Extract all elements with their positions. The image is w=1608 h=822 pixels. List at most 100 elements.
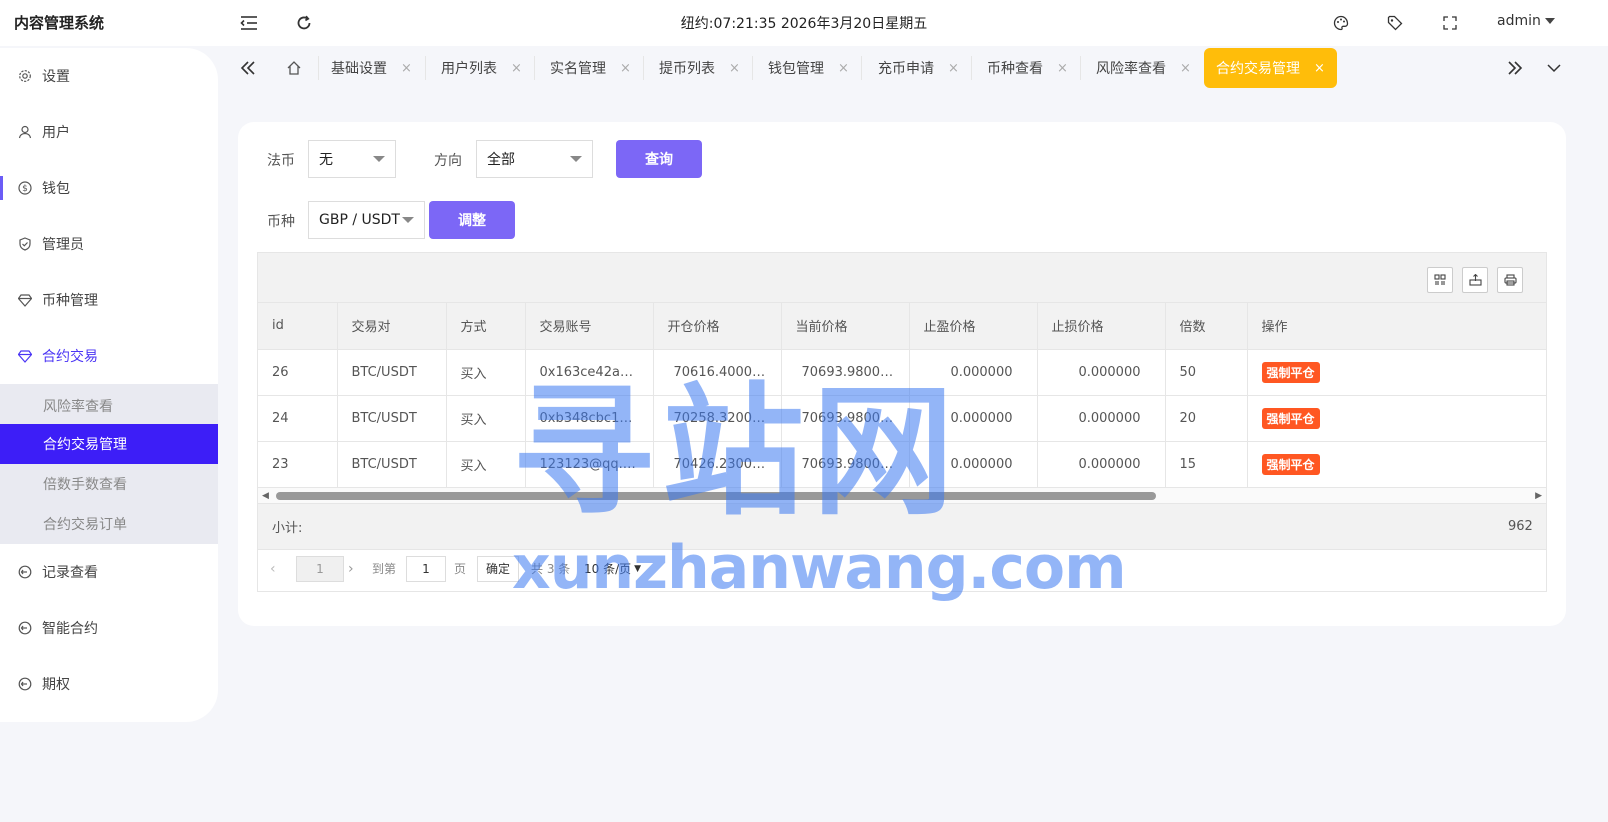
next-page-icon[interactable]: › (348, 556, 354, 582)
tabs-dropdown-icon[interactable] (1544, 58, 1564, 78)
tab-contract-management[interactable]: 合约交易管理 × (1204, 48, 1337, 88)
col-header[interactable]: 交易账号 (525, 303, 654, 350)
col-header[interactable]: 方式 (446, 303, 526, 350)
close-icon[interactable]: × (1057, 61, 1068, 76)
close-icon[interactable]: × (1314, 61, 1325, 76)
horizontal-scrollbar[interactable]: ◀ ▶ (258, 487, 1546, 504)
sidebar-item-records[interactable]: 记录查看 (0, 544, 218, 600)
history-icon (18, 677, 32, 691)
force-close-button[interactable]: 强制平仓 (1261, 361, 1320, 383)
sidebar-subitem-contract-orders[interactable]: 合约交易订单 (0, 504, 218, 544)
goto-confirm-button[interactable]: 确定 (477, 555, 520, 582)
sidebar-item-options[interactable]: 期权 (0, 656, 218, 712)
col-header[interactable]: id (258, 303, 338, 350)
direction-select[interactable]: 全部 (476, 140, 593, 178)
sidebar-subitem-contract-management[interactable]: 合约交易管理 (0, 424, 218, 464)
export-icon[interactable] (1462, 267, 1488, 293)
fiat-select[interactable]: 无 (308, 140, 396, 178)
close-icon[interactable]: × (620, 61, 631, 76)
diamond-icon (18, 293, 32, 307)
cell-take-profit: 0.000000 (909, 441, 1038, 488)
tabs-scroll-left-icon[interactable] (238, 58, 258, 78)
cell-stop-loss: 0.000000 (1037, 441, 1166, 488)
tab-deposit[interactable]: 充币申请 × (878, 48, 959, 88)
chevron-down-icon: ▼ (634, 563, 642, 574)
sidebar-item-label: 智能合约 (42, 621, 98, 637)
adjust-button[interactable]: 调整 (429, 201, 515, 239)
tab-withdraw-list[interactable]: 提币列表 × (659, 48, 740, 88)
sidebar-item-users[interactable]: 用户 (0, 104, 218, 160)
sidebar-subitem-leverage[interactable]: 倍数手数查看 (0, 464, 218, 504)
fullscreen-icon[interactable] (1439, 12, 1461, 34)
cell-take-profit: 0.000000 (909, 349, 1038, 396)
sidebar-subitem-label: 风险率查看 (43, 399, 113, 415)
cell-current-price: 70693.980000 (781, 441, 910, 488)
close-icon[interactable]: × (838, 61, 849, 76)
col-header[interactable]: 止损价格 (1037, 303, 1166, 350)
theme-palette-icon[interactable] (1330, 12, 1352, 34)
cell-current-price: 70693.980000 (781, 349, 910, 396)
query-button[interactable]: 查询 (616, 140, 702, 178)
tabs-scroll-right-icon[interactable] (1505, 58, 1525, 78)
col-header[interactable]: 当前价格 (781, 303, 910, 350)
close-icon[interactable]: × (948, 61, 959, 76)
tab-label: 基础设置 (331, 61, 387, 77)
currency-select[interactable]: GBP / USDT (308, 201, 425, 239)
columns-filter-icon[interactable] (1427, 267, 1453, 293)
col-header[interactable]: 倍数 (1165, 303, 1248, 350)
prev-page-icon[interactable]: ‹ (270, 556, 276, 582)
cell-take-profit: 0.000000 (909, 395, 1038, 442)
user-menu[interactable]: admin (1497, 13, 1555, 29)
page-size-select[interactable]: 10 条/页 ▼ (584, 556, 641, 582)
tab-bar: 基础设置 × 用户列表 × 实名管理 × 提币列表 × 钱包管理 × 充币申请 × 币种查看… (238, 46, 1608, 90)
col-header[interactable]: 止盈价格 (909, 303, 1038, 350)
cell-stop-loss: 0.000000 (1037, 395, 1166, 442)
scrollbar-thumb[interactable] (276, 491, 1156, 500)
data-table: id 交易对 方式 交易账号 开仓价格 当前价格 止盈价格 止损价格 倍数 操作… (257, 252, 1547, 592)
close-icon[interactable]: × (1180, 61, 1191, 76)
cell-account: 123123@qq.com (525, 441, 654, 488)
page-unit-label: 页 (454, 562, 467, 576)
gear-icon (18, 69, 32, 83)
force-close-button[interactable]: 强制平仓 (1261, 407, 1320, 429)
fiat-select-value: 无 (319, 152, 333, 168)
sidebar-item-currency[interactable]: 币种管理 (0, 272, 218, 328)
tab-basic-settings[interactable]: 基础设置 × (331, 48, 412, 88)
tab-label: 风险率查看 (1096, 61, 1166, 77)
sidebar-item-admin[interactable]: 管理员 (0, 216, 218, 272)
goto-page-input[interactable]: 1 (406, 555, 446, 582)
table-row: 24 BTC/USDT 买入 0xb348cbc104... 70258.320… (258, 395, 1546, 442)
sidebar-item-settings[interactable]: 设置 (0, 48, 218, 104)
user-icon (18, 125, 32, 139)
close-icon[interactable]: × (511, 61, 522, 76)
sidebar-subitem-label: 合约交易订单 (43, 517, 127, 533)
sidebar-item-contract-trading[interactable]: 合约交易 (0, 328, 218, 384)
col-header[interactable]: 交易对 (337, 303, 447, 350)
tag-icon[interactable] (1384, 12, 1406, 34)
col-header[interactable]: 开仓价格 (653, 303, 782, 350)
refresh-icon[interactable] (293, 12, 315, 34)
close-icon[interactable]: × (729, 61, 740, 76)
goto-label: 到第 (372, 562, 397, 576)
tab-realname[interactable]: 实名管理 × (550, 48, 631, 88)
sidebar-subitem-risk-rate[interactable]: 风险率查看 (0, 384, 218, 424)
tab-risk-rate[interactable]: 风险率查看 × (1096, 48, 1191, 88)
sidebar-item-smart-contract[interactable]: 智能合约 (0, 600, 218, 656)
history-icon (18, 621, 32, 635)
current-page[interactable]: 1 (296, 555, 344, 582)
tab-wallet[interactable]: 钱包管理 × (768, 48, 849, 88)
total-count: 共 3 条 (531, 562, 571, 576)
sidebar-item-wallet[interactable]: $ 钱包 (0, 160, 218, 216)
home-icon[interactable] (284, 58, 304, 78)
print-icon[interactable] (1497, 267, 1523, 293)
sidebar: 设置 用户 $ 钱包 管理员 币种管理 合约交易 风险率查看 合约交易管理 倍数… (0, 48, 218, 722)
close-icon[interactable]: × (401, 61, 412, 76)
scroll-left-arrow-icon[interactable]: ◀ (262, 491, 269, 501)
menu-collapse-icon[interactable] (238, 12, 260, 34)
col-header[interactable]: 操作 (1247, 303, 1546, 350)
scroll-right-arrow-icon[interactable]: ▶ (1535, 491, 1542, 501)
tab-user-list[interactable]: 用户列表 × (441, 48, 522, 88)
force-close-button[interactable]: 强制平仓 (1261, 453, 1320, 475)
cell-pair: BTC/USDT (337, 441, 447, 488)
tab-currency-view[interactable]: 币种查看 × (987, 48, 1068, 88)
